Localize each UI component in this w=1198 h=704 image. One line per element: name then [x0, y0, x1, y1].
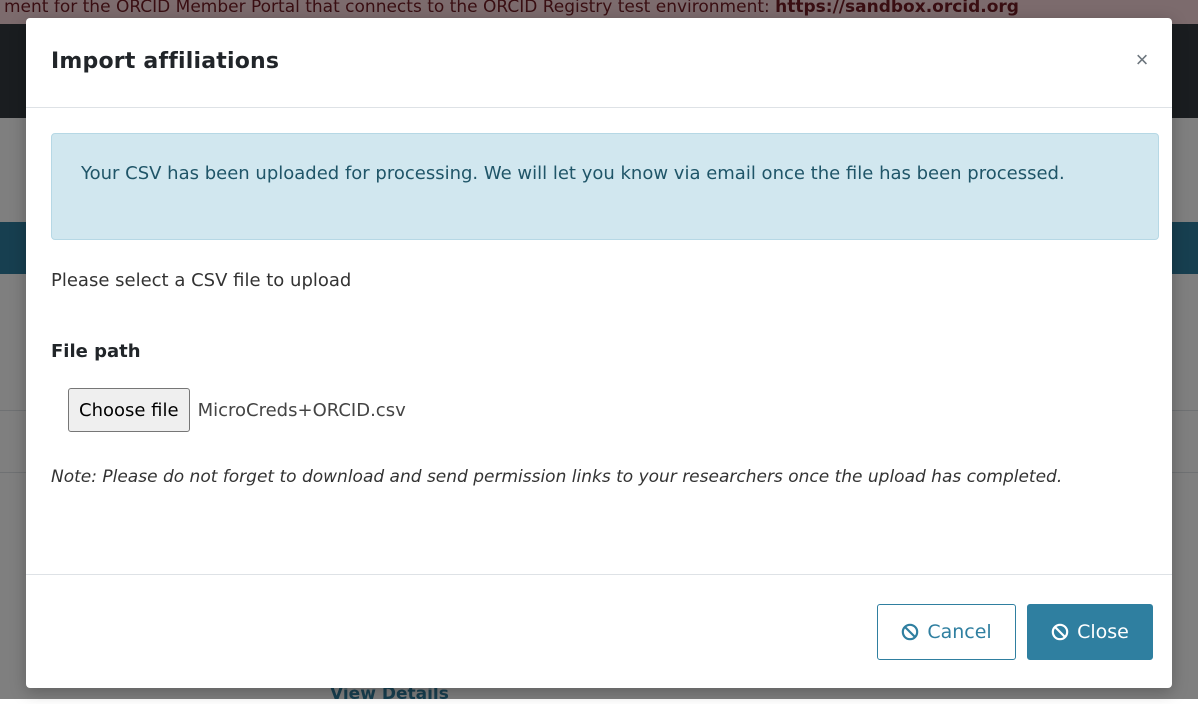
ban-icon	[1051, 623, 1069, 641]
alert-text: Your CSV has been uploaded for processin…	[81, 163, 1065, 184]
upload-success-alert: Your CSV has been uploaded for processin…	[51, 133, 1159, 240]
close-label: Close	[1077, 621, 1129, 643]
permission-note: Note: Please do not forget to download a…	[51, 467, 1063, 487]
import-affiliations-modal: Import affiliations × Your CSV has been …	[26, 18, 1172, 688]
file-path-label: File path	[51, 341, 141, 362]
cancel-button[interactable]: Cancel	[877, 604, 1016, 660]
file-input[interactable]: Choose file MicroCreds+ORCID.csv	[68, 388, 406, 432]
choose-file-button[interactable]: Choose file	[68, 388, 190, 432]
modal-header: Import affiliations ×	[26, 18, 1172, 108]
upload-prompt: Please select a CSV file to upload	[51, 270, 352, 291]
cancel-label: Cancel	[927, 621, 992, 643]
close-icon[interactable]: ×	[1128, 46, 1156, 74]
ban-icon	[902, 623, 919, 641]
modal-title: Import affiliations	[51, 49, 280, 74]
selected-file-name: MicroCreds+ORCID.csv	[197, 399, 406, 421]
modal-footer: Cancel Close	[26, 574, 1172, 688]
close-button[interactable]: Close	[1027, 604, 1153, 660]
